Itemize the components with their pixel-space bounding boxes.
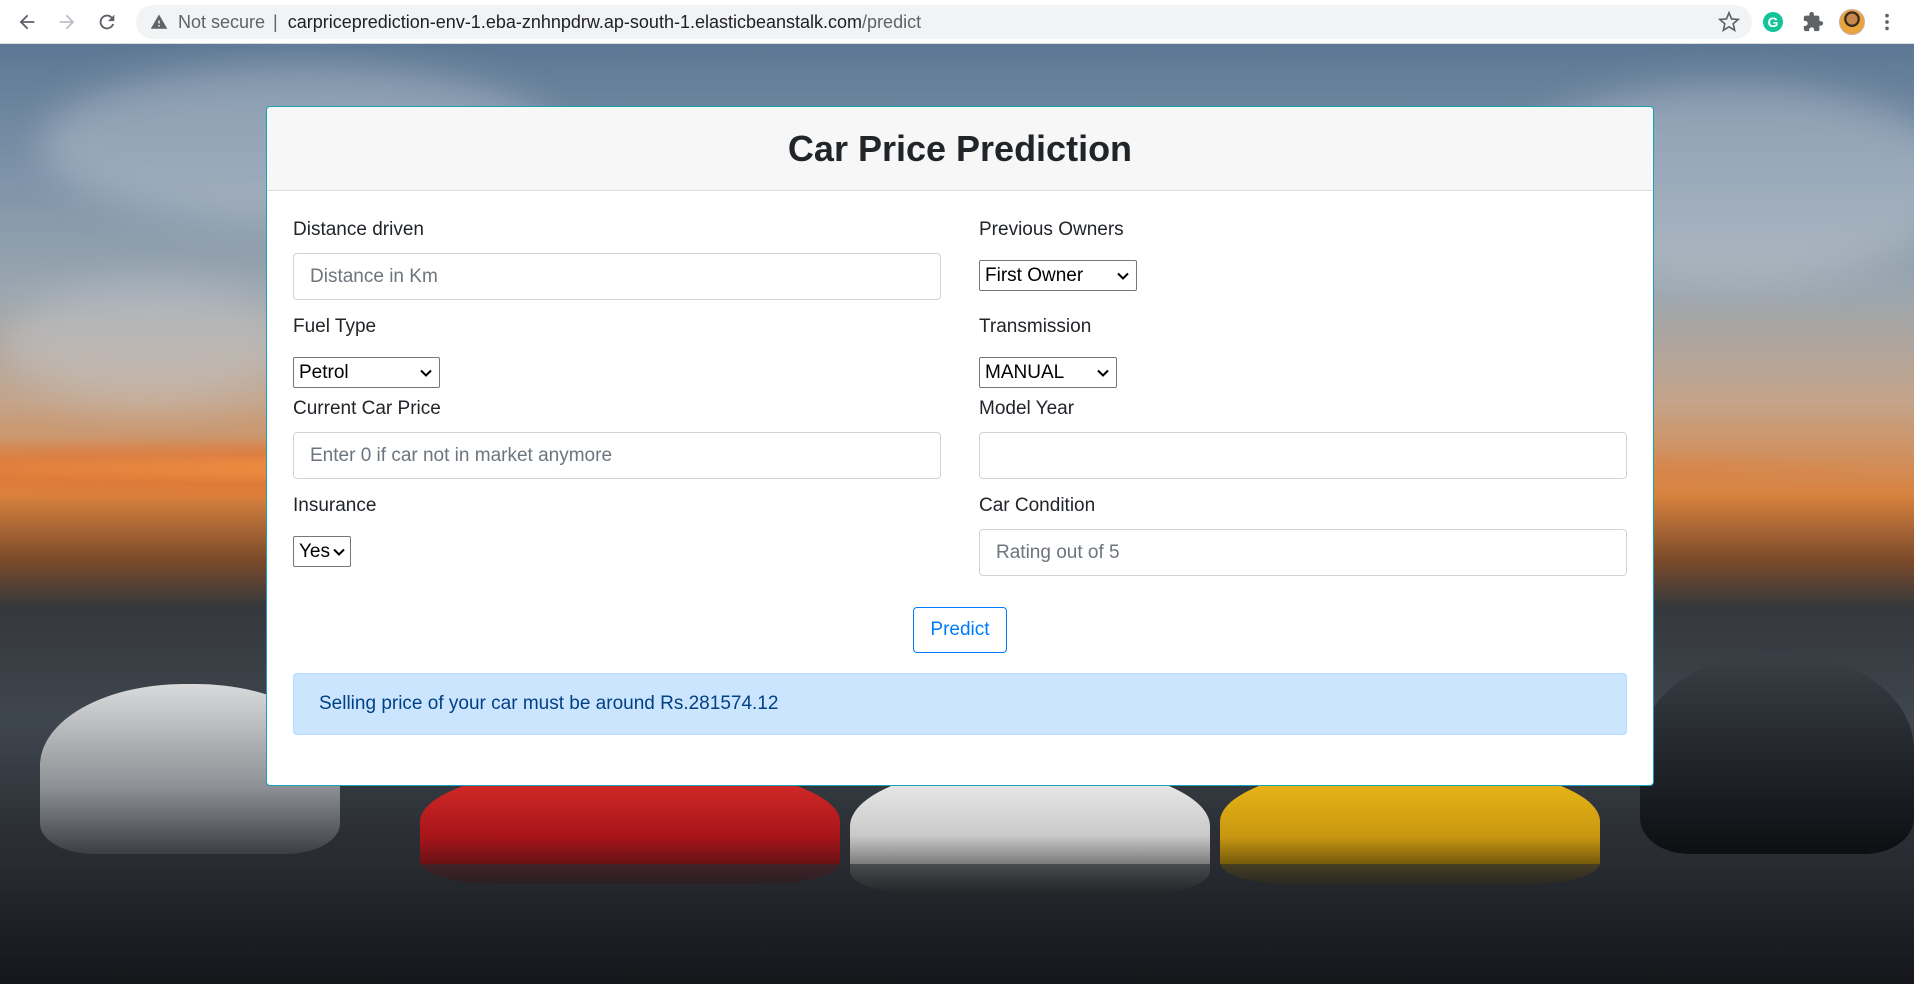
warning-icon bbox=[150, 14, 168, 29]
fuel-label: Fuel Type bbox=[293, 316, 377, 337]
distance-label: Distance driven bbox=[293, 219, 424, 240]
fuel-select[interactable]: Petrol bbox=[293, 357, 440, 388]
fuel-selected: Petrol bbox=[299, 361, 349, 383]
url-path: /predict bbox=[862, 11, 922, 32]
sky-cloud bbox=[0, 284, 300, 404]
grammarly-icon: G bbox=[1763, 12, 1783, 32]
card-header: Car Price Prediction bbox=[267, 107, 1653, 191]
owners-selected: First Owner bbox=[985, 264, 1084, 286]
result-alert: Selling price of your car must be around… bbox=[293, 673, 1627, 735]
back-icon bbox=[19, 14, 35, 30]
star-icon[interactable] bbox=[1718, 11, 1740, 33]
chevron-down-icon bbox=[1097, 369, 1109, 377]
more-icon bbox=[1885, 13, 1889, 31]
predict-button[interactable]: Predict bbox=[913, 607, 1007, 653]
current-price-label: Current Car Price bbox=[293, 398, 441, 419]
url-host: carpriceprediction-env-1.eba-znhnpdrw.ap… bbox=[287, 11, 863, 32]
page-title: Car Price Prediction bbox=[787, 127, 1133, 169]
owners-label: Previous Owners bbox=[979, 219, 1124, 240]
browser-toolbar: Not secure | carpriceprediction-env-1.eb… bbox=[0, 0, 1914, 44]
distance-input[interactable] bbox=[293, 253, 941, 300]
reload-button[interactable] bbox=[92, 7, 122, 37]
prediction-card: Car Price Prediction Distance driven Pre… bbox=[266, 106, 1654, 786]
result-text: Selling price of your car must be around… bbox=[319, 693, 779, 714]
security-label[interactable]: Not secure bbox=[178, 12, 265, 33]
chevron-down-icon bbox=[333, 548, 345, 556]
forward-icon bbox=[59, 14, 75, 30]
insurance-label: Insurance bbox=[293, 495, 377, 516]
profile-button[interactable] bbox=[1839, 9, 1865, 35]
owners-select[interactable]: First Owner bbox=[979, 260, 1137, 291]
transmission-selected: MANUAL bbox=[985, 361, 1065, 383]
page-background: Car Price Prediction Distance driven Pre… bbox=[0, 44, 1914, 984]
car-image bbox=[1640, 654, 1914, 854]
chevron-down-icon bbox=[420, 369, 432, 377]
extensions-icon bbox=[1803, 11, 1824, 32]
address-separator: | bbox=[273, 11, 278, 32]
back-button[interactable] bbox=[12, 7, 42, 37]
model-year-label: Model Year bbox=[979, 398, 1075, 419]
transmission-select[interactable]: MANUAL bbox=[979, 357, 1117, 388]
reload-icon bbox=[99, 14, 115, 30]
insurance-selected: Yes bbox=[299, 540, 330, 562]
grammarly-extension[interactable]: G bbox=[1760, 9, 1786, 35]
address-bar[interactable]: Not secure | carpriceprediction-env-1.eb… bbox=[136, 5, 1752, 39]
current-price-input[interactable] bbox=[293, 432, 941, 479]
chevron-down-icon bbox=[1117, 272, 1129, 280]
menu-button[interactable] bbox=[1874, 9, 1900, 35]
condition-label: Car Condition bbox=[979, 495, 1096, 516]
model-year-input[interactable] bbox=[979, 432, 1627, 479]
floor-reflection bbox=[0, 864, 1914, 984]
extensions-button[interactable] bbox=[1800, 9, 1826, 35]
profile-avatar bbox=[1839, 9, 1865, 35]
condition-input[interactable] bbox=[979, 529, 1627, 576]
insurance-select[interactable]: Yes bbox=[293, 536, 351, 567]
transmission-label: Transmission bbox=[979, 316, 1092, 337]
forward-button[interactable] bbox=[52, 7, 82, 37]
